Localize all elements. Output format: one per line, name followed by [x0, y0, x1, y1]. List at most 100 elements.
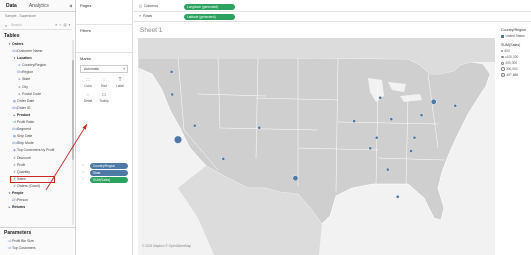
field-label: Location [17, 56, 32, 61]
field-item[interactable]: AbcSegment [0, 126, 75, 133]
pages-title: Pages [80, 3, 92, 8]
marks-color-button[interactable]: ∷ Color [80, 77, 96, 90]
filters-card[interactable]: Filters [76, 25, 132, 53]
field-label: Order Date [17, 98, 35, 103]
parameter-item[interactable]: =#Profit Bin Size [0, 238, 75, 245]
field-item[interactable]: AbcOrder ID [0, 105, 75, 112]
map-mark-california[interactable] [174, 135, 183, 144]
mark-type-dropdown[interactable]: ▾ Automatic [80, 65, 128, 73]
field-list-scrollbar[interactable] [72, 40, 74, 225]
field-item[interactable]: # Quantity [0, 169, 75, 176]
columns-pill[interactable]: Longitude (generated) [184, 4, 235, 10]
field-search[interactable]: ⌕ Search ≡ ▿ ▥ ▾ [3, 21, 72, 30]
data-pane-tools[interactable]: ≡ ▿ ▥ ▾ [55, 23, 71, 27]
field-label: Orders (Count) [17, 183, 41, 188]
size-legend-title[interactable]: SUM(Sales) [499, 39, 531, 48]
map-mark-massachusetts[interactable] [453, 104, 458, 108]
rows-shelf[interactable]: ≡ Rows Latitude (generated) [134, 12, 531, 22]
size-legend-item[interactable]: 457,688 [499, 72, 531, 78]
field-item[interactable]: ⊕State [0, 76, 75, 83]
rows-pill[interactable]: Latitude (generated) [184, 14, 235, 20]
field-item[interactable]: # Sales [10, 175, 55, 183]
map-mark-washington[interactable] [169, 70, 174, 74]
field-item[interactable]: AbcPerson [0, 197, 75, 204]
sheet-title[interactable]: Sheet 1 [140, 27, 162, 34]
detail-icon: ∴ [86, 92, 90, 98]
map-mark-ohio[interactable] [389, 117, 394, 121]
us-map[interactable] [138, 38, 495, 255]
color-legend-title[interactable]: Country/Region [499, 24, 531, 33]
map-mark-arizona[interactable] [221, 157, 226, 161]
table-folder[interactable]: ▸ Product [0, 112, 75, 119]
field-label: Postal Code [22, 91, 42, 96]
minimize-icon[interactable]: ◀ [69, 3, 72, 8]
field-label: Segment [17, 127, 32, 132]
scrollbar-thumb[interactable] [72, 60, 74, 160]
size-circle-icon [501, 50, 503, 53]
marks-detail-button[interactable]: ∴ Detail [80, 92, 96, 105]
parameter-item[interactable]: =#Top Customers [0, 245, 75, 252]
marks-pill[interactable]: State [90, 170, 128, 176]
table-folder[interactable]: ▾ Orders [0, 41, 75, 48]
tables-heading: Tables [4, 33, 20, 39]
size-encoding-icon: ◌ [82, 176, 85, 181]
search-icon: ⌕ [5, 23, 8, 28]
columns-label: ||| Columns [139, 4, 158, 8]
field-item[interactable]: ▦Ship Date [0, 133, 75, 140]
map-mark-north-carolina[interactable] [409, 149, 413, 153]
table-folder[interactable]: ▾ People [0, 190, 75, 197]
map-mark-colorado[interactable] [257, 125, 262, 130]
field-label: Ship Date [17, 134, 33, 139]
field-label: People [12, 190, 24, 195]
table-folder[interactable]: ▸ Returns [0, 204, 75, 211]
map-mark-virginia[interactable] [412, 135, 417, 140]
field-item[interactable]: AbcShip Mode [0, 140, 75, 147]
marks-size-button[interactable]: ◌ Size [96, 77, 112, 90]
map-mark-michigan[interactable] [378, 96, 382, 100]
size-circle-icon [501, 73, 505, 78]
table-folder[interactable]: ▾ Location [0, 55, 75, 62]
map-mark-new-york[interactable] [430, 99, 437, 105]
legend-pane: Country/Region United States SUM(Sales) … [499, 24, 531, 255]
size-icon: ◌ [102, 77, 106, 83]
data-source[interactable]: Sample - Superstore [0, 12, 75, 20]
map-mark-tennessee[interactable] [368, 146, 373, 151]
map-mark-nevada[interactable] [193, 123, 197, 128]
columns-shelf[interactable]: ||| Columns Longitude (generated) [134, 2, 531, 12]
map-mark-oregon[interactable] [170, 92, 175, 97]
map-mark-illinois[interactable] [352, 119, 356, 123]
field-label: Customer Name [17, 49, 43, 54]
marks-tooltip-button[interactable]: ▭ Tooltip [96, 92, 112, 105]
tab-data[interactable]: Data [0, 3, 23, 9]
color-legend-label: United States [505, 34, 525, 38]
field-item[interactable]: AbcRegion [0, 69, 75, 76]
field-item[interactable]: # Profit [0, 162, 75, 169]
field-label: Discount [17, 155, 31, 160]
field-item[interactable]: ⊕City [0, 84, 75, 91]
detail-encoding-icon: ∴ [82, 162, 85, 167]
field-item[interactable]: =#Profit Ratio [0, 119, 75, 126]
field-item[interactable]: # Discount [0, 155, 75, 162]
pages-card[interactable]: Pages [76, 0, 132, 25]
field-label: Region [22, 70, 34, 75]
map-mark-florida[interactable] [395, 194, 400, 199]
map-mark-georgia[interactable] [385, 167, 390, 172]
marks-buttons: ∷ Color ◌ Size T Label ∴ Detail ▭ Tooltip [80, 77, 128, 105]
field-item[interactable]: # Orders (Count) [0, 183, 75, 190]
map-mark-texas[interactable] [292, 175, 299, 181]
tab-analytics[interactable]: Analytics [23, 3, 55, 9]
field-item[interactable]: ▦Order Date [0, 98, 75, 105]
rows-icon: ≡ [139, 14, 142, 18]
field-item[interactable]: ◉Top Customers by Profit [0, 147, 75, 154]
map-mark-pennsylvania[interactable] [419, 113, 424, 117]
size-legend-label: 300,000 [506, 67, 518, 71]
size-legend-label: 600 [504, 49, 510, 53]
field-item[interactable]: ⊕Country/Region [0, 62, 75, 69]
marks-label-button[interactable]: T Label [112, 77, 128, 90]
field-item[interactable]: AbcCustomer Name [0, 48, 75, 55]
marks-pill[interactable]: SUM(Sales) [90, 177, 128, 183]
marks-pill[interactable]: Country/Region [90, 163, 128, 169]
color-legend-item[interactable]: United States [499, 33, 531, 39]
field-item[interactable]: ⊕Postal Code [0, 91, 75, 98]
map-mark-kentucky[interactable] [374, 135, 379, 140]
